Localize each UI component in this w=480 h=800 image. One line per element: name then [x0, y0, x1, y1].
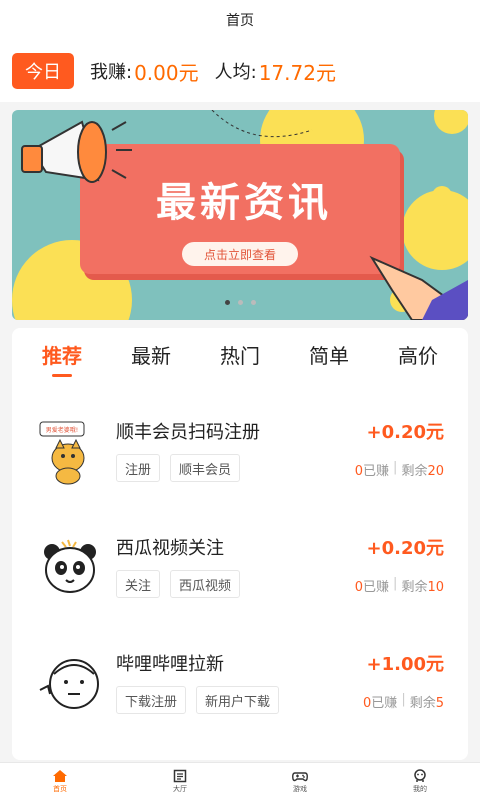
remaining-label: 剩余: [401, 580, 428, 595]
task-title: 哔哩哔哩拉新: [116, 654, 224, 675]
nav-label: 我的: [413, 785, 427, 793]
tab-latest[interactable]: 最新: [123, 340, 179, 369]
nav-label: 游戏: [293, 785, 307, 793]
pagination-dot[interactable]: [237, 300, 243, 305]
task-stats: 0已赚 | 剩余5: [363, 692, 444, 711]
nav-games[interactable]: 游戏: [240, 763, 360, 800]
face-avatar-icon: [39, 659, 99, 709]
my-earn-value: 0.00元: [134, 60, 199, 85]
task-tags: 注册 顺丰会员: [116, 454, 241, 482]
earned-label: 已赚: [371, 696, 398, 711]
banner-cta-button[interactable]: 点击立即查看: [182, 242, 298, 266]
panda-avatar-icon: [44, 539, 96, 593]
profile-icon: [414, 769, 426, 782]
earned-label: 已赚: [363, 464, 390, 479]
banner-decor-circle: [434, 110, 468, 134]
earned-count: 0: [354, 580, 364, 595]
bottom-nav: 首页 大厅 游戏 我的: [0, 762, 480, 800]
page-title: 首页: [226, 13, 254, 29]
task-item[interactable]: 男爱老婆哦! 顺丰会员扫码注册 +0.20元 注册 顺丰会员 0已赚 | 剩余2…: [12, 410, 468, 520]
cat-caption: 男爱老婆哦!: [46, 426, 78, 434]
nav-label: 首页: [53, 785, 67, 793]
tab-recommend[interactable]: 推荐: [34, 340, 90, 377]
earned-count: 0: [354, 464, 364, 479]
task-reward: +0.20元: [366, 422, 445, 443]
nav-label: 大厅: [173, 785, 187, 793]
nav-hall[interactable]: 大厅: [120, 763, 240, 800]
top-bar: 首页: [0, 0, 480, 40]
earnings-bar: 今日 我赚: 0.00元 人均: 17.72元: [0, 40, 480, 102]
category-tabs: 推荐 最新 热门 简单 高价: [12, 340, 468, 377]
banner-pagination: [0, 300, 480, 305]
banner-title: 最新资讯: [156, 180, 332, 226]
task-tag: 注册: [116, 454, 161, 482]
banner-decor-circle: [432, 186, 452, 206]
remaining-count: 20: [427, 464, 444, 479]
task-tags: 关注 西瓜视频: [116, 570, 241, 598]
home-icon: [53, 770, 67, 782]
my-earn-label: 我赚:: [90, 62, 133, 83]
task-stats: 0已赚 | 剩余10: [354, 576, 444, 595]
task-item[interactable]: 哔哩哔哩拉新 +1.00元 下载注册 新用户下载 0已赚 | 剩余5: [12, 642, 468, 752]
list-icon: [173, 769, 187, 783]
avg-value: 17.72元: [258, 60, 336, 85]
task-tag: 关注: [116, 570, 161, 598]
task-tag: 新用户下载: [196, 686, 280, 714]
remaining-count: 5: [435, 696, 444, 711]
cat-avatar-icon: 男爱老婆哦!: [39, 421, 85, 485]
nav-home[interactable]: 首页: [0, 763, 120, 800]
earned-label: 已赚: [363, 580, 390, 595]
task-tag: 下载注册: [116, 686, 187, 714]
avg-label: 人均:: [214, 62, 257, 83]
tab-high-price[interactable]: 高价: [390, 340, 446, 369]
today-button[interactable]: 今日: [12, 53, 74, 89]
task-title: 顺丰会员扫码注册: [116, 422, 260, 443]
task-tag: 西瓜视频: [170, 570, 241, 598]
news-banner[interactable]: 最新资讯 点击立即查看: [12, 110, 468, 320]
remaining-count: 10: [427, 580, 444, 595]
task-tag: 顺丰会员: [170, 454, 241, 482]
task-title: 西瓜视频关注: [116, 538, 224, 559]
task-tags: 下载注册 新用户下载: [116, 686, 280, 714]
remaining-label: 剩余: [401, 464, 428, 479]
tab-hot[interactable]: 热门: [212, 340, 268, 369]
task-item[interactable]: 西瓜视频关注 +0.20元 关注 西瓜视频 0已赚 | 剩余10: [12, 526, 468, 636]
pagination-dot[interactable]: [224, 300, 230, 305]
task-card: 推荐 最新 热门 简单 高价 男爱老婆哦! 顺丰会员扫码注册 +0.20元 注册…: [12, 328, 468, 760]
task-reward: +1.00元: [366, 654, 445, 675]
gamepad-icon: [292, 772, 308, 782]
pagination-dot[interactable]: [250, 300, 256, 305]
tab-simple[interactable]: 简单: [301, 340, 357, 369]
task-stats: 0已赚 | 剩余20: [354, 460, 444, 479]
task-reward: +0.20元: [366, 538, 445, 559]
remaining-label: 剩余: [409, 696, 436, 711]
nav-mine[interactable]: 我的: [360, 763, 480, 800]
